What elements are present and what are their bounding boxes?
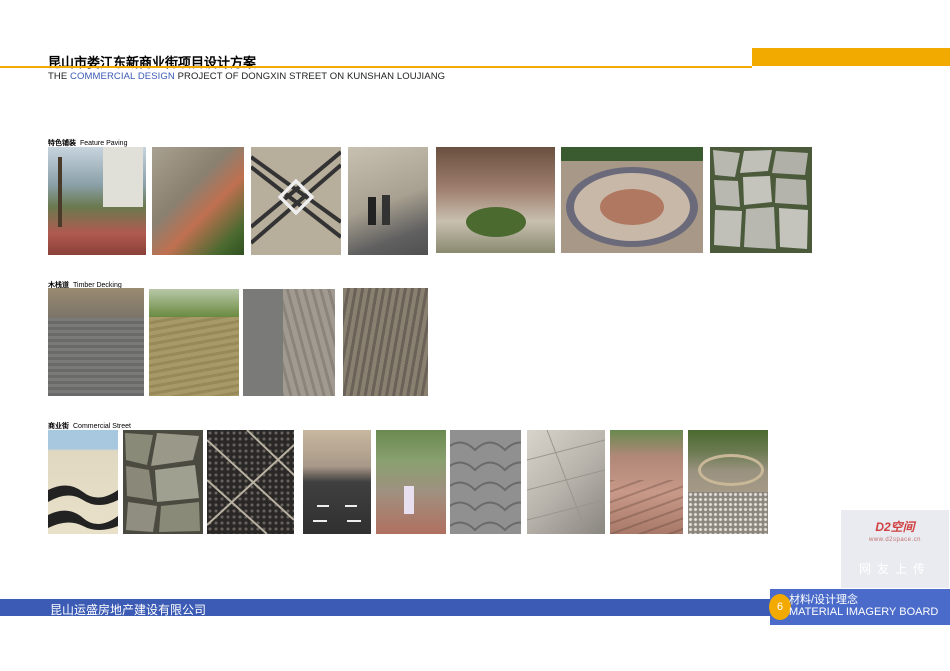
footer-company: 昆山运盛房地产建设有限公司 (50, 603, 207, 617)
section-label-cn: 商业街 (48, 423, 69, 430)
photo-paving-1 (48, 147, 146, 255)
photo-street-3 (207, 430, 294, 534)
page-number: 6 (769, 594, 791, 620)
photo-paving-5 (436, 147, 555, 253)
header-divider (0, 66, 752, 68)
photo-paving-3 (251, 147, 341, 255)
photo-street-2 (123, 430, 203, 534)
photo-decking-1 (48, 288, 144, 396)
section-label-en: Feature Paving (80, 140, 128, 147)
title-en-suffix: PROJECT OF DONGXIN STREET ON KUNSHAN LOU… (174, 71, 446, 82)
watermark-logo: D2空间 (875, 520, 915, 534)
photo-street-6 (450, 430, 521, 534)
title-en-accent: COMMERCIAL DESIGN (70, 71, 175, 82)
photo-paving-4 (348, 147, 428, 255)
photo-street-9 (688, 430, 768, 534)
photo-street-8 (610, 430, 683, 534)
photo-paving-2 (152, 147, 244, 255)
section-label-en: Commercial Street (73, 423, 131, 430)
photo-decking-3 (243, 289, 335, 396)
photo-street-7 (527, 430, 605, 534)
section-label-cn: 特色铺装 (48, 140, 76, 147)
photo-paving-6 (561, 147, 703, 253)
photo-street-5 (376, 430, 446, 534)
page-title-cn: 昆山市娄江东新商业街项目设计方案 (48, 55, 257, 70)
photo-decking-2 (149, 289, 239, 396)
photo-street-4 (303, 430, 371, 534)
watermark-url: www.d2space.cn (868, 537, 922, 543)
title-en-prefix: THE (48, 71, 71, 82)
watermark-text: 网友上传 (858, 562, 931, 576)
photo-decking-4 (343, 288, 428, 396)
header-accent-block (752, 48, 950, 66)
footer-section-en: MATERIAL IMAGERY BOARD (789, 606, 939, 618)
footer-section-cn: 材料/设计理念 (789, 594, 859, 606)
photo-paving-7 (710, 147, 812, 253)
page-title-en: THE COMMERCIAL DESIGN PROJECT OF DONGXIN… (48, 71, 445, 82)
watermark: D2空间 www.d2space.cn 网友上传 (841, 510, 949, 588)
photo-street-1 (48, 430, 118, 534)
